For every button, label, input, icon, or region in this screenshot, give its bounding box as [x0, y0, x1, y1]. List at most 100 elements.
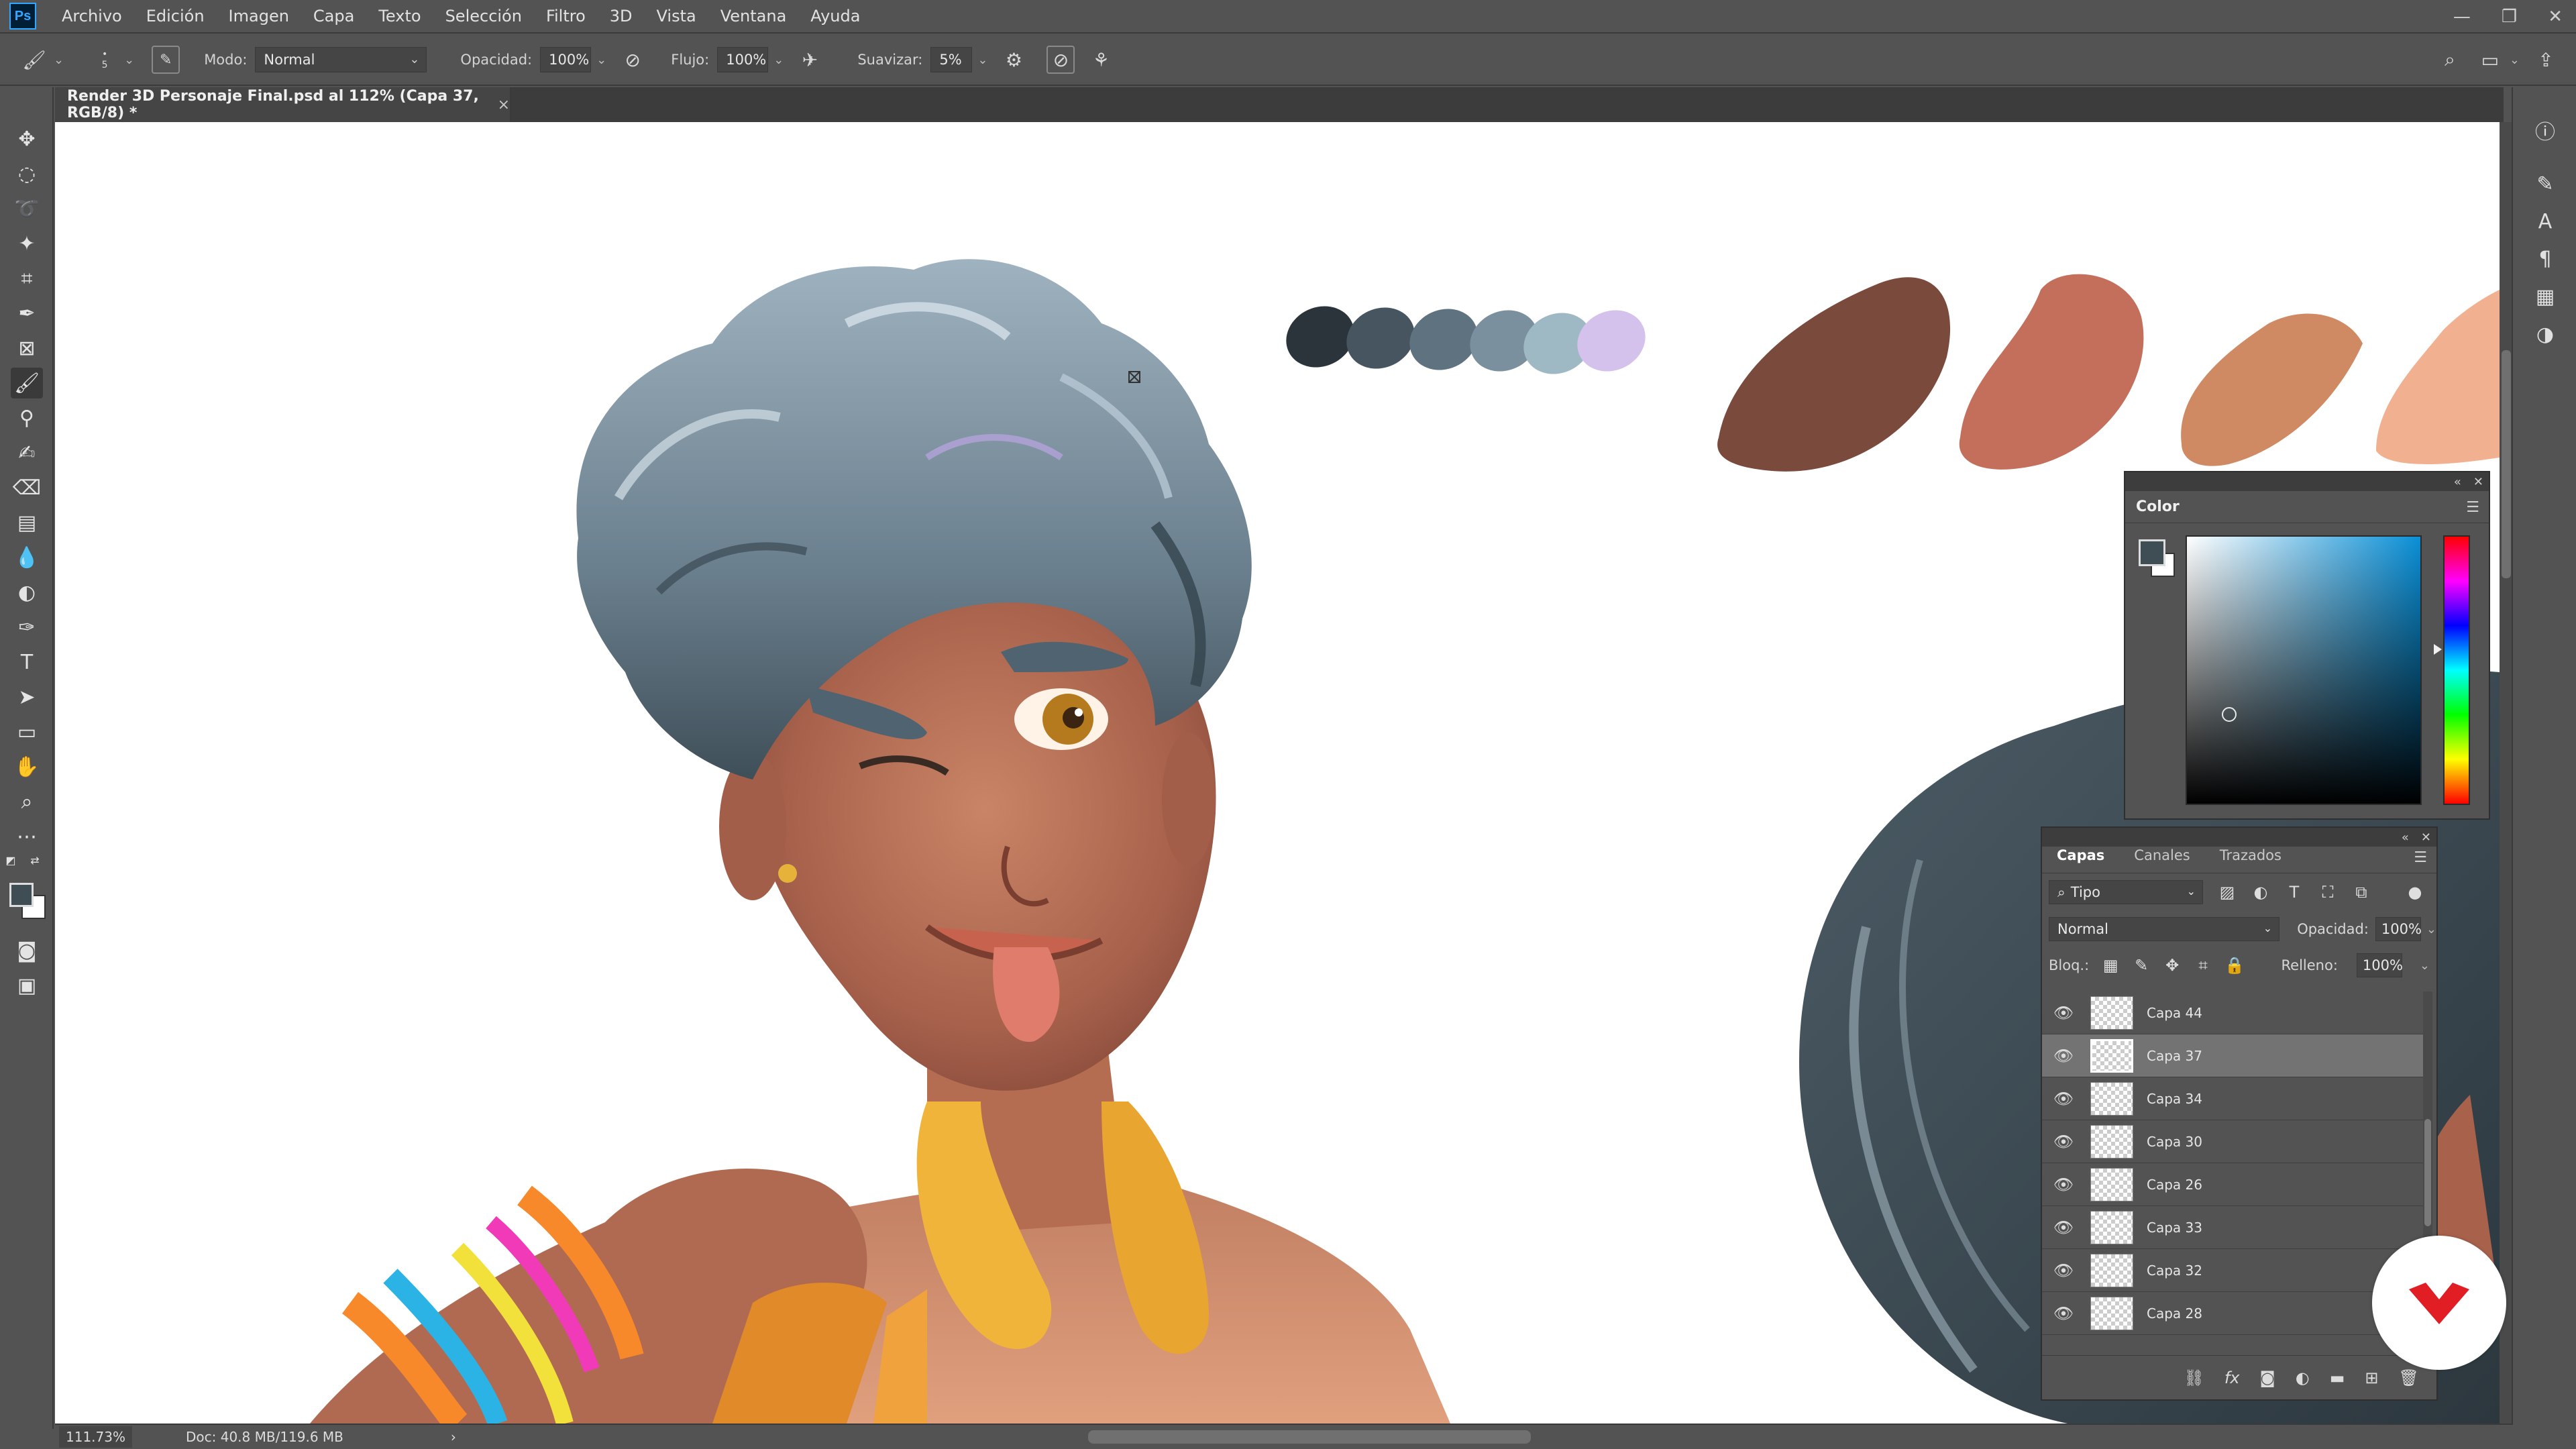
fx-icon[interactable]: fx: [2224, 1368, 2240, 1387]
chevron-down-icon[interactable]: ⌄: [596, 53, 606, 67]
foreground-color-chip[interactable]: [9, 883, 34, 907]
pixel-filter-icon[interactable]: ▨: [2218, 883, 2237, 902]
layer-row[interactable]: 👁 Capa 37: [2042, 1034, 2431, 1077]
panel-menu-icon[interactable]: ☰: [2414, 849, 2427, 866]
chevron-down-icon[interactable]: ⌄: [773, 53, 784, 67]
document-tab[interactable]: Render 3D Personaje Final.psd al 112% (C…: [55, 87, 511, 122]
character-icon[interactable]: A: [2529, 205, 2561, 237]
link-layers-icon[interactable]: ⛓: [2184, 1368, 2204, 1387]
more-tools-icon[interactable]: ⋯: [11, 821, 43, 852]
close-icon[interactable]: ✕: [2548, 7, 2563, 27]
color-picker-cursor[interactable]: [2222, 707, 2237, 722]
brush-settings-panel-icon[interactable]: ✎: [152, 46, 180, 74]
gradient-tool-icon[interactable]: ▤: [11, 507, 43, 538]
vertical-scroll-thumb[interactable]: [2502, 350, 2511, 578]
restore-icon[interactable]: ❐: [2502, 7, 2517, 27]
tab-capas[interactable]: Capas: [2042, 847, 2120, 873]
brush-tool-icon[interactable]: 🖌: [11, 368, 43, 398]
quick-mask-icon[interactable]: ◙: [11, 935, 43, 966]
minimize-icon[interactable]: —: [2453, 7, 2471, 27]
pressure-opacity-icon[interactable]: ⊘: [619, 46, 647, 74]
search-icon[interactable]: ⌕: [2436, 46, 2464, 74]
collapse-icon[interactable]: «: [2402, 830, 2409, 845]
eye-icon[interactable]: 👁: [2042, 1132, 2085, 1151]
layer-kind-select[interactable]: ⌕ Tipo ⌄: [2049, 880, 2203, 904]
smart-object-filter-icon[interactable]: ⧉: [2352, 883, 2371, 902]
layer-row[interactable]: 👁 Capa 34: [2042, 1077, 2431, 1120]
share-icon[interactable]: ⇪: [2532, 46, 2560, 74]
path-selection-tool-icon[interactable]: ➤: [11, 682, 43, 712]
eye-icon[interactable]: 👁: [2042, 1004, 2085, 1022]
layer-row[interactable]: 👁 Capa 30: [2042, 1120, 2431, 1163]
menu-ayuda[interactable]: Ayuda: [810, 7, 860, 25]
brush-size-picker[interactable]: • 5: [91, 46, 119, 74]
shape-filter-icon[interactable]: ⛶: [2318, 883, 2337, 902]
opacity-input[interactable]: 100%: [540, 47, 592, 72]
chevron-down-icon[interactable]: ⌄: [124, 53, 134, 67]
add-mask-icon[interactable]: ◙: [2259, 1368, 2275, 1387]
libraries-icon[interactable]: ▦: [2529, 280, 2561, 313]
marquee-tool-icon[interactable]: ◌: [11, 158, 43, 189]
photoshop-logo[interactable]: Ps: [9, 3, 36, 30]
lock-pixels-icon[interactable]: ✎: [2132, 956, 2151, 975]
layer-list-scroll-thumb[interactable]: [2424, 1119, 2431, 1226]
menu-imagen[interactable]: Imagen: [229, 7, 289, 25]
menu-texto[interactable]: Texto: [378, 7, 421, 25]
close-icon[interactable]: ×: [498, 97, 510, 113]
eye-icon[interactable]: 👁: [2042, 1261, 2085, 1280]
menu-3d[interactable]: 3D: [610, 7, 633, 25]
pen-tool-icon[interactable]: ✑: [11, 612, 43, 643]
type-filter-icon[interactable]: T: [2285, 883, 2304, 902]
vertical-scrollbar[interactable]: [2500, 122, 2513, 1424]
fill-input[interactable]: 100%: [2356, 953, 2403, 977]
adjustments-icon[interactable]: ◑: [2529, 318, 2561, 350]
eye-icon[interactable]: 👁: [2042, 1089, 2085, 1108]
menu-archivo[interactable]: Archivo: [62, 7, 122, 25]
crop-tool-icon[interactable]: ⌗: [11, 263, 43, 294]
magic-wand-tool-icon[interactable]: ✦: [11, 228, 43, 259]
paragraph-icon[interactable]: ¶: [2529, 243, 2561, 275]
close-icon[interactable]: ✕: [2473, 475, 2483, 489]
eye-icon[interactable]: 👁: [2042, 1304, 2085, 1323]
horizontal-scroll-thumb[interactable]: [1088, 1430, 1531, 1444]
smoothing-input[interactable]: 5%: [930, 47, 973, 72]
lock-position-icon[interactable]: ✥: [2163, 956, 2182, 975]
zoom-level[interactable]: 111.73%: [59, 1426, 132, 1448]
type-tool-icon[interactable]: T: [11, 647, 43, 678]
stamp-tool-icon[interactable]: ⚲: [11, 402, 43, 433]
hue-marker-icon[interactable]: [2434, 644, 2442, 655]
info-icon[interactable]: ⓘ: [2529, 114, 2561, 146]
lock-artboard-icon[interactable]: ⌗: [2194, 956, 2212, 975]
brush-settings-icon[interactable]: ✎: [2529, 168, 2561, 200]
menu-filtro[interactable]: Filtro: [546, 7, 586, 25]
mode-select[interactable]: Normal ⌄: [255, 47, 427, 72]
layer-row[interactable]: 👁 Capa 44: [2042, 991, 2431, 1034]
swap-colors-icon[interactable]: ⇄: [27, 852, 43, 868]
chevron-down-icon[interactable]: ⌄: [2426, 922, 2436, 936]
airbrush-icon[interactable]: ✈: [796, 46, 824, 74]
blur-tool-icon[interactable]: 💧: [11, 542, 43, 573]
adjustment-filter-icon[interactable]: ◐: [2251, 883, 2270, 902]
hand-tool-icon[interactable]: ✋: [11, 751, 43, 782]
new-group-icon[interactable]: ▬: [2330, 1368, 2345, 1387]
adjustment-layer-icon[interactable]: ◐: [2296, 1368, 2310, 1387]
saturation-value-field[interactable]: [2186, 535, 2422, 805]
trash-icon[interactable]: 🗑: [2399, 1368, 2419, 1387]
menu-capa[interactable]: Capa: [313, 7, 354, 25]
chevron-down-icon[interactable]: ⌄: [54, 53, 64, 67]
zoom-tool-icon[interactable]: ⌕: [11, 786, 43, 817]
symmetry-icon[interactable]: ⚘: [1087, 46, 1115, 74]
lock-all-icon[interactable]: 🔒: [2224, 956, 2245, 975]
collapse-icon[interactable]: «: [2454, 475, 2461, 489]
chevron-down-icon[interactable]: ⌄: [2420, 959, 2430, 973]
gear-icon[interactable]: ⚙: [1000, 46, 1028, 74]
workspace-icon[interactable]: ▭: [2476, 46, 2504, 74]
lasso-tool-icon[interactable]: ➰: [11, 193, 43, 224]
layer-row[interactable]: 👁 Capa 32: [2042, 1249, 2431, 1292]
flow-input[interactable]: 100%: [717, 47, 769, 72]
chevron-down-icon[interactable]: ⌄: [977, 53, 987, 67]
layer-row[interactable]: 👁 Capa 33: [2042, 1206, 2431, 1249]
eyedropper-tool-icon[interactable]: ✒: [11, 298, 43, 329]
hue-slider[interactable]: [2443, 535, 2470, 805]
layer-opacity-input[interactable]: 100%: [2375, 917, 2422, 941]
